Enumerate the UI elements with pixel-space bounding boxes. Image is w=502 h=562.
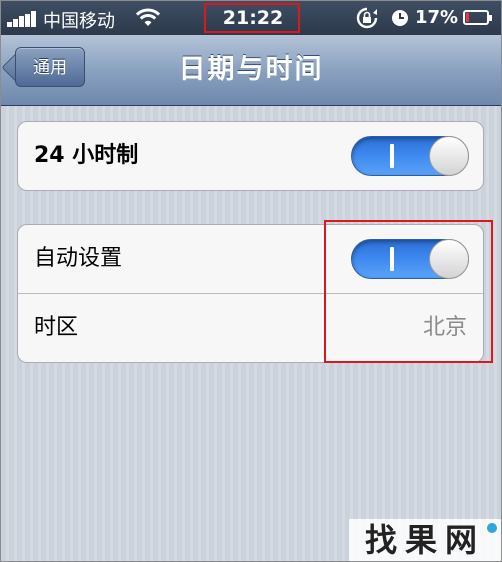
watermark-logo: 找果网 xyxy=(349,519,501,561)
row-label-24-hour: 24 小时制 xyxy=(34,143,139,168)
row-24-hour: 24 小时制 xyxy=(18,122,483,190)
toggle-24-hour[interactable] xyxy=(351,136,469,176)
row-label-auto-set: 自动设置 xyxy=(34,246,123,271)
rotation-lock-icon xyxy=(355,7,379,34)
signal-icon xyxy=(7,11,39,27)
battery-percent: 17% xyxy=(415,7,459,28)
back-button[interactable]: 通用 xyxy=(15,47,85,87)
carrier-name: 中国移动 xyxy=(43,11,115,32)
settings-highlight-box xyxy=(324,220,493,363)
toggle-on-mark xyxy=(390,144,394,168)
battery-level-fill xyxy=(466,13,469,22)
navigation-bar: 日期与时间 通用 xyxy=(1,35,501,106)
wifi-icon xyxy=(135,8,161,33)
status-bar: 中国移动 21:22 17% xyxy=(1,1,501,35)
watermark-text: 找果网 xyxy=(364,521,485,559)
phone-screen: 中国移动 21:22 17% 日期与时间 通用 24 小时制 自动设置 时区 北… xyxy=(0,0,502,562)
toggle-knob xyxy=(429,136,469,176)
watermark-dot-icon xyxy=(487,523,497,533)
alarm-icon xyxy=(391,9,409,32)
settings-group-24h: 24 小时制 xyxy=(17,121,484,191)
battery-icon xyxy=(463,10,492,25)
row-label-timezone: 时区 xyxy=(34,315,79,340)
time-highlight-box xyxy=(204,3,300,33)
